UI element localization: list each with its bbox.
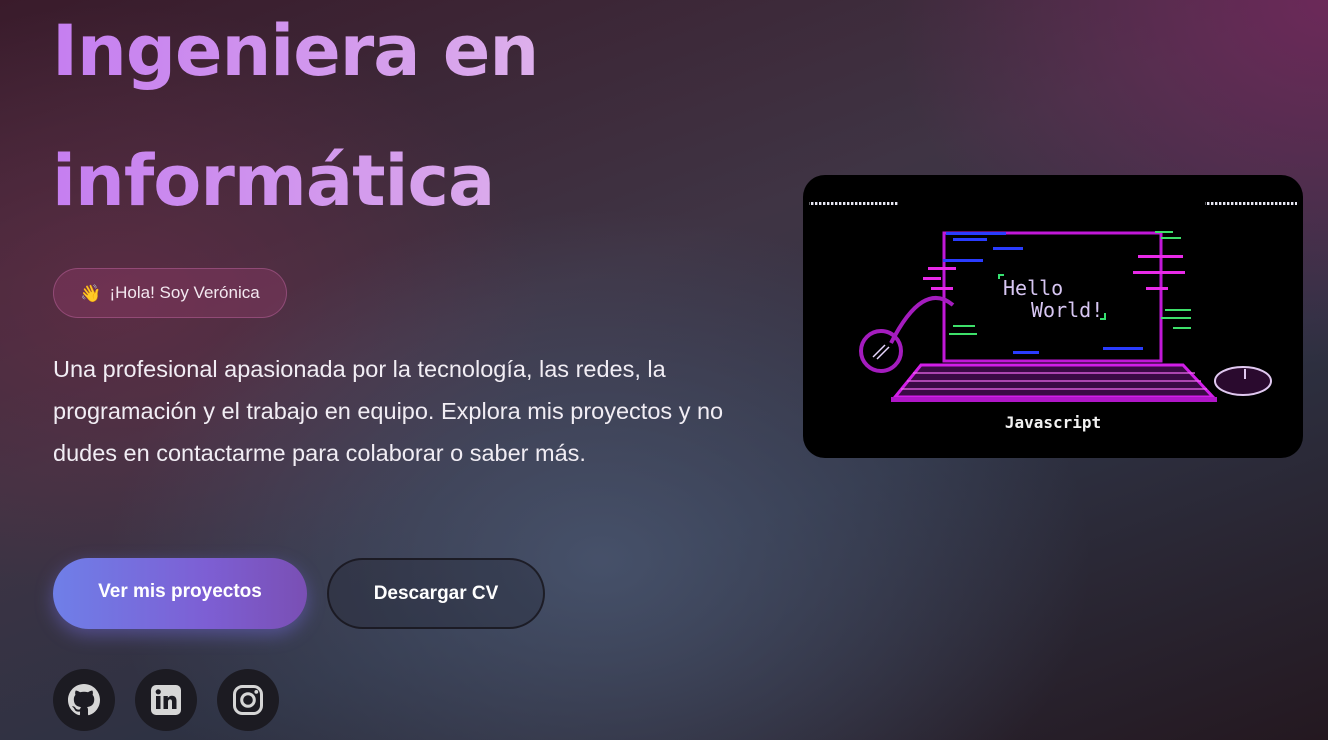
hero-title-line-1: Ingeniera en	[52, 10, 539, 92]
screen-text-line-1: Hello	[1003, 276, 1063, 300]
intro-text: Una profesional apasionada por la tecnol…	[53, 356, 724, 466]
screen-text-line-2: World!	[1031, 298, 1103, 322]
github-link[interactable]	[53, 669, 115, 731]
instagram-link[interactable]	[217, 669, 279, 731]
greeting-badge: 👋 ¡Hola! Soy Verónica	[53, 268, 287, 318]
download-cv-label: Descargar CV	[373, 582, 499, 604]
code-illustration-card: Hello World! Javascript	[803, 175, 1303, 458]
greeting-text: ¡Hola! Soy Verónica	[109, 283, 260, 302]
view-projects-label: Ver mis proyectos	[98, 580, 262, 602]
card-language-label: Javascript	[1004, 413, 1102, 432]
view-projects-button[interactable]: Ver mis proyectos	[53, 558, 307, 629]
hero-title-line-2: informática	[52, 140, 495, 222]
download-cv-button[interactable]: Descargar CV	[327, 558, 545, 629]
github-icon	[68, 684, 100, 716]
linkedin-link[interactable]	[135, 669, 197, 731]
instagram-icon	[233, 685, 263, 715]
linkedin-icon	[151, 685, 181, 715]
wave-hand-icon: 👋	[80, 283, 102, 303]
hero-title: Ingeniera en informática	[52, 0, 772, 246]
